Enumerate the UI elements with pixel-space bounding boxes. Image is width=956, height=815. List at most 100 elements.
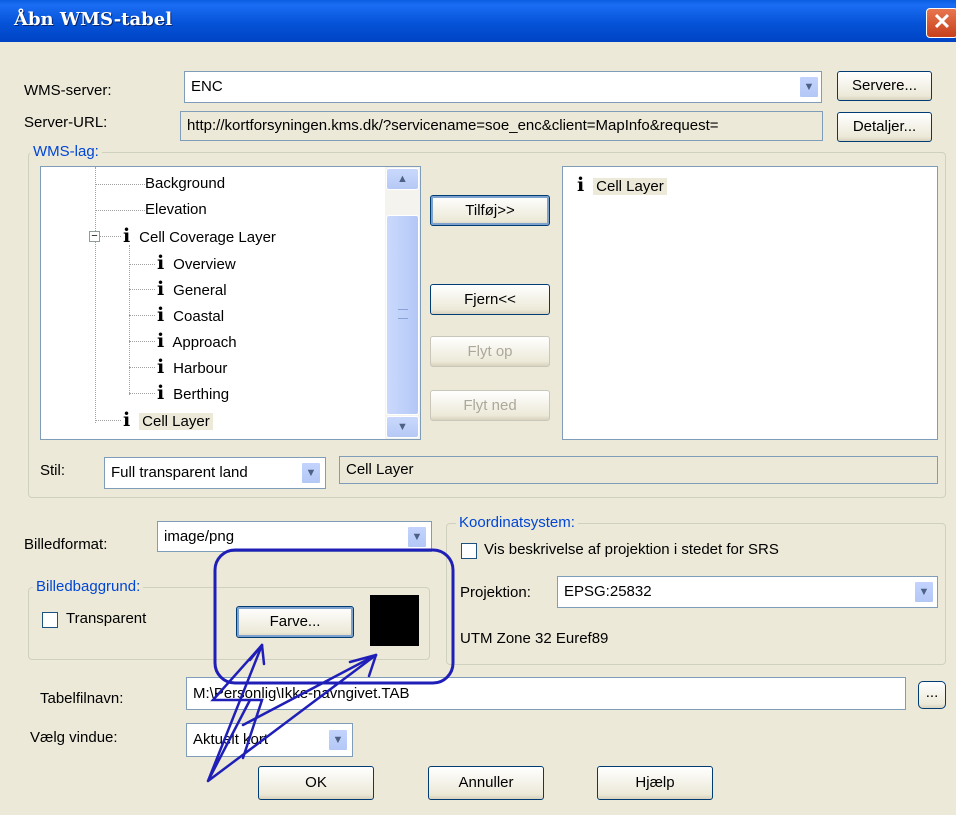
style-value: Full transparent land	[111, 464, 248, 481]
chevron-down-icon: ▼	[305, 467, 317, 479]
info-icon: i	[157, 356, 165, 378]
chevron-down-icon: ▼	[397, 421, 408, 433]
coordinate-system-group-title: Koordinatsystem:	[456, 514, 578, 531]
style-label: Stil:	[40, 462, 66, 479]
info-icon: i	[157, 304, 165, 326]
remove-button[interactable]: Fjern<<	[430, 284, 550, 315]
tree-connector	[95, 184, 145, 185]
title-bar: Åbn WMS-tabel ✕	[0, 0, 956, 42]
chevron-down-icon: ▼	[803, 81, 815, 93]
tree-item-label: Approach	[172, 334, 237, 351]
tree-item-label: Berthing	[173, 386, 230, 403]
style-layer-value: Cell Layer	[346, 461, 414, 478]
grip-icon	[398, 309, 408, 319]
table-file-label: Tabelfilnavn:	[40, 690, 124, 707]
info-icon: i	[157, 252, 165, 274]
servers-button[interactable]: Servere...	[837, 71, 932, 101]
info-icon: i	[157, 330, 165, 352]
table-file-value: M:\Personlig\Ikke-navngivet.TAB	[193, 685, 410, 702]
srs-description-label: Vis beskrivelse af projektion i stedet f…	[484, 541, 779, 558]
scroll-down-button[interactable]: ▼	[386, 416, 419, 438]
wms-server-value: ENC	[191, 78, 223, 95]
info-icon: i	[577, 174, 585, 196]
tree-connector	[129, 245, 130, 395]
table-file-input[interactable]: M:\Personlig\Ikke-navngivet.TAB	[186, 677, 906, 710]
wms-server-select[interactable]: ENC	[184, 71, 822, 103]
tree-item-label: Coastal	[173, 308, 225, 325]
wms-layers-group-title: WMS-lag:	[30, 143, 102, 160]
tree-item-coastal[interactable]: i Coastal	[157, 303, 224, 327]
tree-item-elevation[interactable]: Elevation	[145, 198, 207, 222]
tree-item-label: General	[173, 282, 227, 299]
move-up-button[interactable]: Flyt op	[430, 336, 550, 367]
scroll-thumb[interactable]	[386, 215, 419, 415]
close-icon: ✕	[932, 9, 952, 34]
layers-tree[interactable]: Background Elevation − i Cell Coverage L…	[40, 166, 421, 440]
transparent-label: Transparent	[66, 610, 147, 627]
tree-connector	[129, 315, 155, 316]
choose-window-value: Aktuelt kort	[193, 731, 269, 748]
chevron-up-icon: ▲	[397, 173, 408, 185]
selected-layers-list[interactable]: i Cell Layer	[562, 166, 938, 440]
details-button[interactable]: Detaljer...	[837, 112, 932, 142]
wms-server-dropdown-arrow[interactable]: ▼	[799, 76, 819, 98]
tree-item-label: Cell Coverage Layer	[139, 229, 276, 246]
image-format-dropdown-arrow[interactable]: ▼	[407, 526, 427, 548]
tree-item-overview[interactable]: i Overview	[157, 251, 236, 275]
chevron-down-icon: ▼	[411, 531, 423, 543]
add-button[interactable]: Tilføj>>	[430, 195, 550, 226]
tree-scrollbar[interactable]: ▲ ▼	[385, 167, 420, 439]
transparent-checkbox[interactable]	[42, 612, 58, 628]
srs-description-checkbox[interactable]	[461, 543, 477, 559]
projection-description: UTM Zone 32 Euref89	[460, 630, 609, 647]
info-icon: i	[157, 278, 165, 300]
cancel-button[interactable]: Annuller	[428, 766, 544, 800]
list-item-cell-layer[interactable]: i Cell Layer	[577, 173, 667, 197]
scroll-up-button[interactable]: ▲	[386, 168, 419, 190]
tree-connector	[95, 420, 121, 421]
tree-item-label: Harbour	[173, 360, 228, 377]
help-button[interactable]: Hjælp	[597, 766, 713, 800]
server-url-value: http://kortforsyningen.kms.dk/?servicena…	[187, 117, 719, 134]
ok-button[interactable]: OK	[258, 766, 374, 800]
color-swatch	[370, 595, 419, 646]
tree-item-label: Background	[145, 175, 226, 192]
tree-connector	[95, 167, 96, 423]
projection-dropdown-arrow[interactable]: ▼	[914, 581, 934, 603]
tree-connector	[129, 367, 155, 368]
move-down-button[interactable]: Flyt ned	[430, 390, 550, 421]
server-url-label: Server-URL:	[24, 114, 108, 131]
wms-server-label: WMS-server:	[24, 82, 112, 99]
server-url-field: http://kortforsyningen.kms.dk/?servicena…	[180, 111, 823, 141]
tree-item-cell-coverage-layer[interactable]: i Cell Coverage Layer	[123, 224, 276, 248]
image-format-label: Billedformat:	[24, 536, 108, 553]
browse-button[interactable]: ...	[918, 681, 946, 709]
image-background-group-title: Billedbaggrund:	[33, 578, 144, 595]
projection-label: Projektion:	[460, 584, 531, 601]
tree-item-berthing[interactable]: i Berthing	[157, 381, 229, 405]
projection-value: EPSG:25832	[564, 583, 652, 600]
image-format-select[interactable]: image/png	[157, 521, 432, 552]
close-button[interactable]: ✕	[926, 8, 956, 38]
style-layer-field: Cell Layer	[339, 456, 938, 484]
tree-item-cell-layer[interactable]: i Cell Layer	[123, 408, 213, 432]
choose-window-dropdown-arrow[interactable]: ▼	[328, 729, 348, 751]
list-item-label: Cell Layer	[593, 178, 667, 195]
tree-connector	[95, 210, 145, 211]
tree-connector	[129, 341, 155, 342]
tree-item-background[interactable]: Background	[145, 172, 225, 196]
tree-item-harbour[interactable]: i Harbour	[157, 355, 227, 379]
color-button[interactable]: Farve...	[236, 606, 354, 638]
projection-select[interactable]: EPSG:25832	[557, 576, 938, 608]
tree-item-general[interactable]: i General	[157, 277, 227, 301]
chevron-down-icon: ▼	[918, 586, 930, 598]
tree-item-label: Elevation	[145, 201, 207, 218]
style-dropdown-arrow[interactable]: ▼	[301, 462, 321, 484]
image-format-value: image/png	[164, 528, 235, 545]
chevron-down-icon: ▼	[332, 734, 344, 746]
tree-item-approach[interactable]: i Approach	[157, 329, 237, 353]
style-select[interactable]: Full transparent land	[104, 457, 326, 489]
minus-icon[interactable]: −	[89, 231, 100, 242]
tree-connector	[129, 393, 155, 394]
window-title: Åbn WMS-tabel	[14, 9, 173, 30]
